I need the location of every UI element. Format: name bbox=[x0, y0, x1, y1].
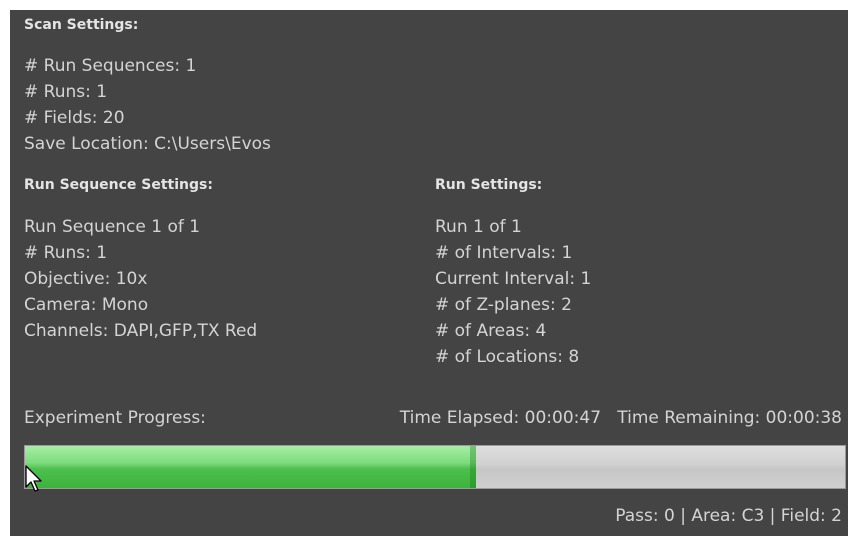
time-elapsed: Time Elapsed: 00:00:47 bbox=[399, 408, 602, 428]
mouse-pointer-icon bbox=[25, 465, 42, 492]
scan-run-sequences: # Run Sequences: 1 bbox=[24, 56, 197, 76]
run-sequence-objective: Objective: 10x bbox=[24, 269, 148, 289]
run-settings-header: Run Settings: bbox=[435, 177, 543, 193]
scan-runs: # Runs: 1 bbox=[24, 82, 108, 102]
scan-save-location: Save Location: C:\Users\Evos bbox=[24, 134, 271, 154]
scan-fields: # Fields: 20 bbox=[24, 108, 125, 128]
run-sequence-index: Run Sequence 1 of 1 bbox=[24, 217, 201, 237]
time-remaining: Time Remaining: 00:00:38 bbox=[617, 408, 842, 428]
run-sequence-runs: # Runs: 1 bbox=[24, 243, 108, 263]
experiment-progress-bar bbox=[24, 445, 846, 489]
run-sequence-camera: Camera: Mono bbox=[24, 295, 149, 315]
run-areas: # of Areas: 4 bbox=[435, 321, 547, 341]
pass-area-field-status: Pass: 0 | Area: C3 | Field: 2 bbox=[615, 506, 842, 526]
run-current-interval: Current Interval: 1 bbox=[435, 269, 592, 289]
run-locations: # of Locations: 8 bbox=[435, 347, 580, 367]
scan-settings-header: Scan Settings: bbox=[24, 17, 139, 33]
run-index: Run 1 of 1 bbox=[435, 217, 522, 237]
run-sequence-channels: Channels: DAPI,GFP,TX Red bbox=[24, 321, 258, 341]
experiment-progress-label: Experiment Progress: bbox=[24, 408, 206, 428]
progress-bar-fill bbox=[25, 446, 476, 488]
time-readout: Time Elapsed: 00:00:47 Time Remaining: 0… bbox=[400, 408, 842, 428]
run-sequence-settings-header: Run Sequence Settings: bbox=[24, 177, 213, 193]
experiment-status-panel: Scan Settings: # Run Sequences: 1 # Runs… bbox=[10, 10, 848, 536]
run-intervals: # of Intervals: 1 bbox=[435, 243, 573, 263]
run-z-planes: # of Z-planes: 2 bbox=[435, 295, 572, 315]
